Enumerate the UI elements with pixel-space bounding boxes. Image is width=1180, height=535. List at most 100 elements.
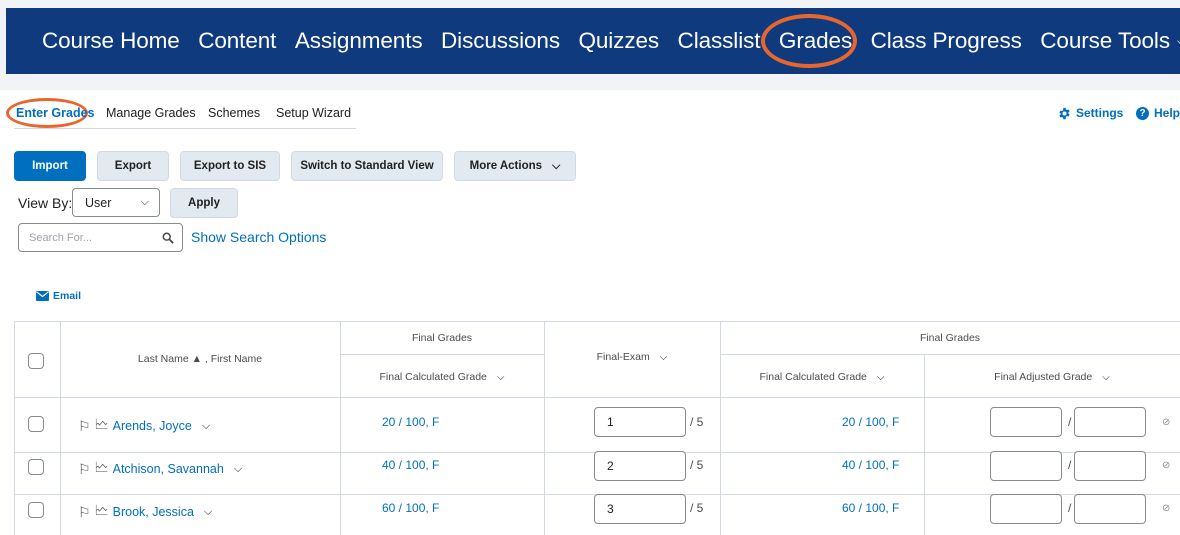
nav-quizzes[interactable]: Quizzes: [578, 28, 659, 54]
final-calculated-grade-header[interactable]: Final Calculated Grade ⌵: [340, 371, 544, 383]
adjusted-grade-numerator-input[interactable]: [990, 451, 1062, 481]
flag-icon[interactable]: ⚐: [78, 504, 91, 521]
chevron-down-icon: ⌵: [496, 372, 505, 383]
final-exam-input[interactable]: 2: [594, 451, 686, 481]
slash-separator: /: [1068, 501, 1072, 515]
table-col-divider: [340, 321, 341, 535]
nav-discussions[interactable]: Discussions: [441, 28, 560, 54]
more-actions-button[interactable]: More Actions ⌵: [454, 151, 576, 181]
final-exam-label: Final-Exam: [596, 351, 650, 363]
apply-button[interactable]: Apply: [170, 188, 238, 218]
slash-separator: /: [1068, 415, 1072, 429]
help-icon: ?: [1136, 106, 1149, 120]
final-calculated-grade-link-2[interactable]: 40 / 100, F: [842, 458, 899, 472]
nav-course-tools[interactable]: Course Tools⌵: [1040, 28, 1180, 54]
settings-link[interactable]: Settings: [1058, 106, 1123, 120]
student-cell: ⚐ 🗠 Atchison, Savannah ⌵: [78, 457, 242, 481]
progress-chart-icon[interactable]: 🗠: [95, 500, 109, 524]
nav-assignments[interactable]: Assignments: [295, 28, 423, 54]
table-group-divider: [340, 354, 544, 355]
flag-icon[interactable]: ⚐: [78, 418, 91, 435]
email-button[interactable]: Email: [36, 290, 81, 302]
show-search-options-link[interactable]: Show Search Options: [191, 229, 326, 245]
student-name-link[interactable]: Brook, Jessica: [113, 505, 194, 519]
help-label: Help: [1154, 106, 1180, 120]
out-of-label: / 5: [690, 415, 704, 429]
progress-chart-icon[interactable]: 🗠: [95, 414, 109, 438]
chevron-down-icon[interactable]: ⌵: [202, 420, 210, 433]
chevron-down-icon: ⌵: [1102, 372, 1110, 383]
subtabs-divider: [14, 128, 356, 129]
grades-table: Last Name ▲ , First Name Final Grades Fi…: [14, 321, 1180, 535]
hidden-eye-icon[interactable]: ⊘: [1162, 503, 1170, 514]
progress-chart-icon[interactable]: 🗠: [95, 457, 109, 481]
export-to-sis-button[interactable]: Export to SIS: [180, 151, 280, 181]
nav-classlist[interactable]: Classlist: [678, 28, 761, 54]
final-calculated-grade-label-2: Final Calculated Grade: [759, 371, 867, 383]
help-link[interactable]: ? Help: [1136, 106, 1180, 120]
tab-setup-wizard[interactable]: Setup Wizard: [276, 106, 351, 120]
final-calculated-grade-header-2[interactable]: Final Calculated Grade ⌵: [720, 371, 924, 383]
tab-schemes[interactable]: Schemes: [208, 106, 260, 120]
chevron-down-icon: ⌵: [876, 372, 885, 383]
flag-icon[interactable]: ⚐: [78, 461, 91, 478]
final-exam-header[interactable]: Final-Exam ⌵: [544, 351, 720, 363]
final-exam-input[interactable]: 3: [594, 494, 686, 524]
chevron-down-icon: ⌵: [140, 196, 149, 208]
table-border-top: [14, 321, 1180, 322]
final-calculated-grade-link[interactable]: 20 / 100, F: [382, 415, 439, 429]
navbar-background: Course Home Content Assignments Discussi…: [0, 0, 1180, 90]
view-by-label: View By:: [18, 195, 73, 211]
final-adjusted-grade-header[interactable]: Final Adjusted Grade ⌵: [924, 371, 1180, 383]
import-button[interactable]: Import: [14, 151, 86, 181]
nav-content[interactable]: Content: [198, 28, 276, 54]
nav-course-tools-label: Course Tools: [1040, 28, 1170, 53]
switch-view-button[interactable]: Switch to Standard View: [291, 151, 443, 181]
envelope-icon: [36, 291, 49, 301]
course-navbar: Course Home Content Assignments Discussi…: [6, 8, 1180, 74]
search-input[interactable]: Search For...: [18, 223, 183, 252]
final-calculated-grade-link[interactable]: 40 / 100, F: [382, 458, 439, 472]
row-checkbox[interactable]: [28, 502, 44, 518]
final-calculated-grade-link[interactable]: 60 / 100, F: [382, 501, 439, 515]
gear-icon: [1059, 107, 1070, 119]
final-calculated-grade-label: Final Calculated Grade: [379, 371, 487, 383]
search-icon[interactable]: [162, 232, 174, 244]
nav-grades-wrap[interactable]: Grades: [760, 14, 857, 68]
final-exam-input[interactable]: 1: [594, 407, 686, 437]
table-border-left: [14, 321, 15, 535]
adjusted-grade-denominator-input[interactable]: [1074, 407, 1146, 437]
adjusted-grade-denominator-input[interactable]: [1074, 494, 1146, 524]
hidden-eye-icon[interactable]: ⊘: [1162, 417, 1170, 428]
row-checkbox[interactable]: [28, 459, 44, 475]
nav-grades[interactable]: Grades: [779, 28, 852, 53]
grades-subtabs: Enter Grades Manage Grades Schemes Setup…: [0, 96, 1180, 130]
view-by-value: User: [85, 195, 112, 210]
chevron-down-icon[interactable]: ⌵: [234, 463, 242, 476]
chevron-down-icon[interactable]: ⌵: [204, 506, 212, 519]
tab-manage-grades[interactable]: Manage Grades: [106, 106, 196, 120]
out-of-label: / 5: [690, 501, 704, 515]
export-button[interactable]: Export: [97, 151, 169, 181]
final-adjusted-grade-label: Final Adjusted Grade: [994, 371, 1093, 383]
select-all-checkbox[interactable]: [28, 353, 44, 369]
nav-course-home[interactable]: Course Home: [42, 28, 180, 54]
view-by-select[interactable]: User ⌵: [72, 188, 160, 217]
name-column-header[interactable]: Last Name ▲ , First Name: [60, 353, 340, 365]
adjusted-grade-denominator-input[interactable]: [1074, 451, 1146, 481]
slash-separator: /: [1068, 458, 1072, 472]
hidden-eye-icon[interactable]: ⊘: [1162, 460, 1170, 471]
chevron-down-icon: ⌵: [659, 352, 668, 363]
final-calculated-grade-link-2[interactable]: 20 / 100, F: [842, 415, 899, 429]
adjusted-grade-numerator-input[interactable]: [990, 494, 1062, 524]
student-name-link[interactable]: Arends, Joyce: [113, 419, 192, 433]
tab-enter-grades[interactable]: Enter Grades: [16, 106, 95, 120]
settings-label: Settings: [1076, 106, 1124, 120]
adjusted-grade-numerator-input[interactable]: [990, 407, 1062, 437]
table-col-divider: [720, 321, 721, 535]
final-calculated-grade-link-2[interactable]: 60 / 100, F: [842, 501, 899, 515]
student-name-link[interactable]: Atchison, Savannah: [113, 462, 224, 476]
nav-class-progress[interactable]: Class Progress: [871, 28, 1022, 54]
search-placeholder: Search For...: [29, 231, 92, 244]
row-checkbox[interactable]: [28, 416, 44, 432]
